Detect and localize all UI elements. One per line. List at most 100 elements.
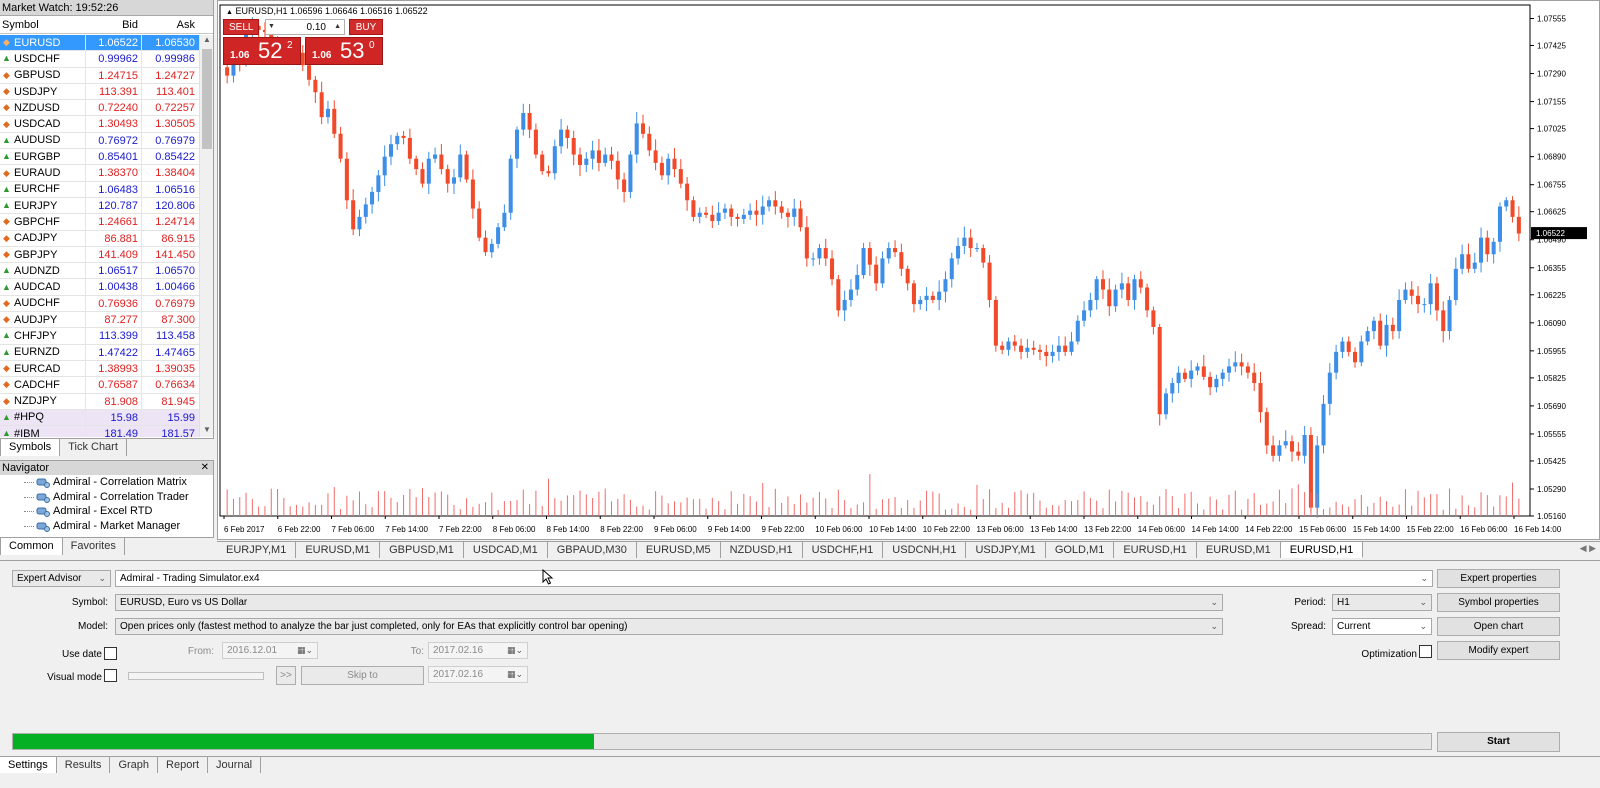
market-watch-row[interactable]: ▲ CHFJPY 113.399 113.458 — [0, 328, 199, 345]
lot-size-field[interactable]: ▼ 0.10 ▲ — [265, 19, 345, 35]
chart-tab[interactable]: EURUSD,M1 — [1197, 542, 1281, 558]
to-date-field[interactable]: 2017.02.16 ▦⌄ — [428, 642, 528, 659]
market-watch-row[interactable]: ▲ USDCHF 0.99962 0.99986 — [0, 51, 199, 68]
tester-tab[interactable]: Journal — [208, 757, 262, 773]
open-chart-button[interactable]: Open chart — [1437, 617, 1560, 636]
market-watch-row[interactable]: ◆ GBPCHF 1.24661 1.24714 — [0, 214, 199, 231]
chart-tab[interactable]: NZDUSD,H1 — [721, 542, 803, 558]
candle-body — [748, 210, 753, 215]
market-watch-row[interactable]: ▲ AUDNZD 1.06517 1.06570 — [0, 263, 199, 280]
scroll-thumb[interactable] — [202, 49, 212, 149]
ask-column-header[interactable]: Ask — [141, 16, 198, 33]
optimization-checkbox[interactable] — [1419, 645, 1432, 658]
market-watch-row[interactable]: ▲ EURJPY 120.787 120.806 — [0, 197, 199, 215]
tab-common[interactable]: Common — [0, 538, 63, 555]
market-watch-row[interactable]: ◆ NZDJPY 81.908 81.945 — [0, 393, 199, 410]
chart-window[interactable]: 1.07555 1.07425 1.07290 1.07155 1.07025 1.068… — [217, 0, 1600, 540]
visual-speed-slider[interactable] — [128, 672, 264, 680]
symbol-cell: ▲ EURNZD — [0, 345, 85, 360]
market-watch-row[interactable]: ◆ GBPJPY 141.409 141.450 — [0, 246, 199, 264]
chart-tab[interactable]: USDJPY,M1 — [966, 542, 1046, 558]
start-button[interactable]: Start — [1437, 732, 1560, 752]
market-watch-row[interactable]: ◆ EURAUD 1.38370 1.38404 — [0, 165, 199, 182]
sell-button[interactable]: SELL — [223, 19, 259, 35]
tester-tab[interactable]: Graph — [110, 757, 159, 773]
expert-properties-button[interactable]: Expert properties — [1437, 569, 1560, 588]
scroll-down-icon[interactable]: ▼ — [200, 423, 214, 437]
x-tick-label: 6 Feb 2017 — [224, 525, 265, 534]
bid-column-header[interactable]: Bid — [85, 16, 141, 33]
lot-decrease-icon[interactable]: ▼ — [268, 20, 275, 34]
chart-tab[interactable]: USDCHF,H1 — [803, 542, 884, 558]
market-watch-row[interactable]: ◆ NZDUSD 0.72240 0.72257 — [0, 100, 199, 117]
lot-increase-icon[interactable]: ▲ — [334, 20, 341, 34]
skip-to-date-field[interactable]: 2017.02.16 ▦⌄ — [428, 666, 528, 683]
buy-button[interactable]: BUY — [349, 19, 383, 35]
chart-tab[interactable]: GBPAUD,M30 — [548, 542, 637, 558]
chart-tab[interactable]: EURJPY,M1 — [217, 542, 297, 558]
navigator-item[interactable]: Admiral - Market Manager — [0, 519, 213, 534]
calendar-icon[interactable]: ▦⌄ — [297, 643, 313, 658]
market-watch-row[interactable]: ◆ CADJPY 86.881 86.915 — [0, 230, 199, 247]
period-select[interactable]: H1 ⌄ — [1332, 594, 1432, 611]
chart-tab[interactable]: EURUSD,H1 — [1280, 542, 1364, 558]
from-date-field[interactable]: 2016.12.01 ▦⌄ — [222, 642, 318, 659]
tester-tab[interactable]: Report — [158, 757, 209, 773]
market-watch-row[interactable]: ◆ EURCAD 1.38993 1.39035 — [0, 360, 199, 378]
calendar-icon[interactable]: ▦⌄ — [507, 643, 523, 658]
navigator-item[interactable]: Admiral - Excel RTD — [0, 504, 213, 519]
tab-symbols[interactable]: Symbols — [0, 439, 61, 456]
market-watch-row[interactable]: ◆ GBPUSD 1.24715 1.24727 — [0, 67, 199, 84]
tester-tab[interactable]: Results — [57, 757, 111, 773]
model-select[interactable]: Open prices only (fastest method to anal… — [115, 618, 1223, 635]
market-watch-row[interactable]: ▲ EURGBP 0.85401 0.85422 — [0, 149, 199, 166]
close-icon[interactable]: ✕ — [201, 461, 209, 475]
market-watch-row[interactable]: ▲ EURCHF 1.06483 1.06516 — [0, 181, 199, 198]
modify-expert-button[interactable]: Modify expert — [1437, 641, 1560, 660]
market-watch-row[interactable]: ▲ #IBM 181.49 181.57 — [0, 426, 199, 437]
skip-forward-button[interactable]: >> — [276, 666, 296, 685]
visual-mode-checkbox[interactable] — [104, 669, 117, 682]
skip-to-button[interactable]: Skip to — [301, 666, 424, 685]
symbol-cell: ▲ EURGBP — [0, 149, 85, 164]
symbol-properties-button[interactable]: Symbol properties — [1437, 593, 1560, 612]
chart-tab[interactable]: GOLD,M1 — [1046, 542, 1115, 558]
market-watch-row[interactable]: ◆ AUDJPY 87.277 87.300 — [0, 312, 199, 329]
use-date-checkbox[interactable] — [104, 647, 117, 660]
symbol-column-header[interactable]: Symbol — [0, 16, 85, 33]
chart-tab[interactable]: EURUSD,M1 — [296, 542, 381, 558]
market-watch-scrollbar[interactable]: ▲ ▼ — [199, 35, 213, 437]
chart-tab[interactable]: USDCAD,M1 — [464, 542, 548, 558]
market-watch-row[interactable]: ◆ CADCHF 0.76587 0.76634 — [0, 377, 199, 394]
market-watch-row[interactable]: ▲ #HPQ 15.98 15.99 — [0, 409, 199, 427]
market-watch-row[interactable]: ◆ USDCAD 1.30493 1.30505 — [0, 116, 199, 133]
market-watch-row[interactable]: ▲ AUDCAD 1.00438 1.00466 — [0, 279, 199, 296]
calendar-icon[interactable]: ▦⌄ — [507, 667, 523, 682]
scroll-up-icon[interactable]: ▲ — [200, 35, 214, 49]
price-chart[interactable]: 1.075551.074251.072901.071551.070251.068… — [218, 1, 1599, 539]
navigator-item[interactable]: Admiral - Correlation Trader — [0, 490, 213, 505]
sell-price-button[interactable]: 1.06 52 2 — [223, 37, 301, 65]
market-watch-row[interactable]: ◆ USDJPY 113.391 113.401 — [0, 83, 199, 101]
candle-body — [1302, 434, 1307, 456]
chart-tab[interactable]: EURUSD,M5 — [637, 542, 721, 558]
chart-tab[interactable]: USDCNH,H1 — [883, 542, 967, 558]
market-watch-row[interactable]: ▲ AUDUSD 0.76972 0.76979 — [0, 132, 199, 150]
market-watch-row[interactable]: ◆ AUDCHF 0.76936 0.76979 — [0, 295, 199, 313]
market-watch-row[interactable]: ◆ EURUSD 1.06522 1.06530 — [0, 35, 199, 52]
navigator-item[interactable]: Admiral - Correlation Matrix — [0, 475, 213, 490]
chart-tab[interactable]: GBPUSD,M1 — [380, 542, 464, 558]
chart-menu-icon[interactable]: ▲ — [226, 9, 233, 16]
tab-tick-chart[interactable]: Tick Chart — [60, 439, 127, 456]
buy-price-button[interactable]: 1.06 53 0 — [305, 37, 383, 65]
tab-scroll-arrows-icon[interactable]: ◀ ▶ — [1580, 543, 1596, 554]
spread-select[interactable]: Current ⌄ — [1332, 618, 1432, 635]
lot-size-value[interactable]: 0.10 — [307, 21, 326, 35]
symbol-select[interactable]: EURUSD, Euro vs US Dollar ⌄ — [115, 594, 1223, 611]
expert-select[interactable]: Admiral - Trading Simulator.ex4 ⌄ — [115, 570, 1433, 587]
tester-type-select[interactable]: Expert Advisor ⌄ — [12, 570, 111, 587]
chart-tab[interactable]: EURUSD,H1 — [1114, 542, 1197, 558]
tab-favorites[interactable]: Favorites — [63, 538, 125, 555]
market-watch-row[interactable]: ▲ EURNZD 1.47422 1.47465 — [0, 344, 199, 361]
tester-tab[interactable]: Settings — [0, 757, 57, 773]
